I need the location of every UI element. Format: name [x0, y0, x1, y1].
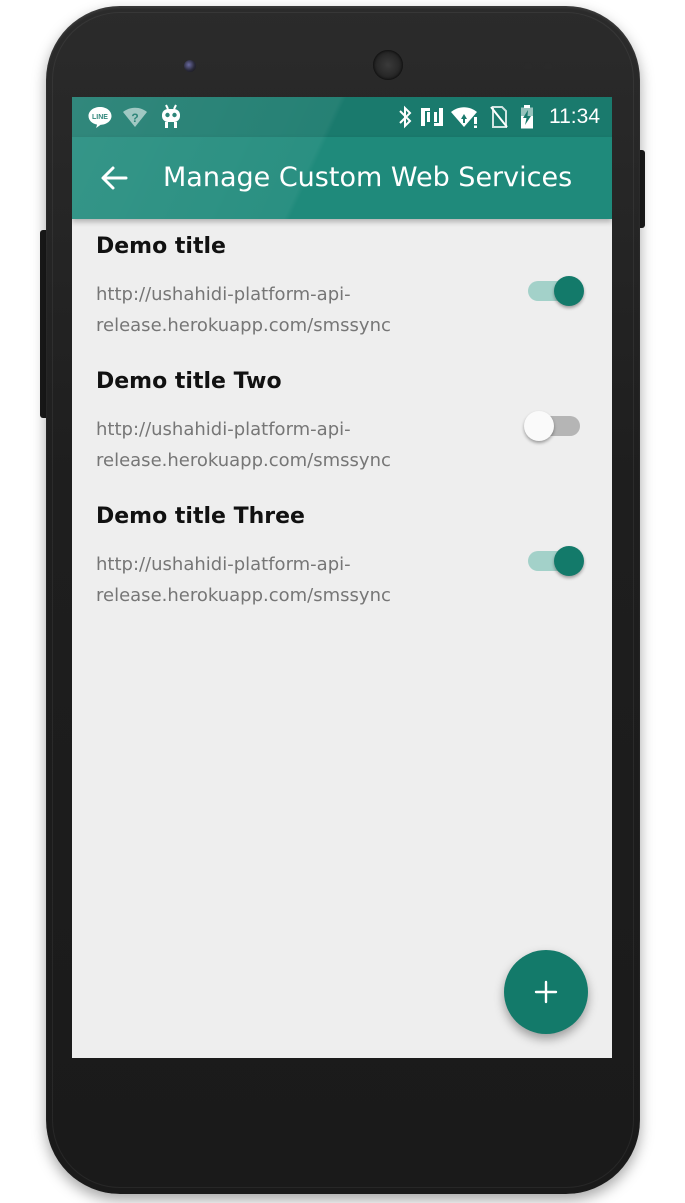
list-item[interactable]: Demo title http://ushahidi-platform-api-… — [72, 219, 612, 354]
switch-thumb — [554, 276, 584, 306]
light-sensor — [544, 62, 552, 70]
service-toggle-switch[interactable] — [526, 541, 586, 577]
list-item[interactable]: Demo title Three http://ushahidi-platfor… — [72, 489, 612, 624]
status-clock: 11:34 — [549, 105, 600, 128]
svg-text:?: ? — [131, 111, 138, 125]
nfc-icon — [419, 104, 445, 130]
plus-icon — [534, 980, 558, 1004]
screen: LINE ? 11:34 Manage Custom Web Services … — [72, 97, 612, 1058]
service-url: http://ushahidi-platform-api-release.her… — [96, 419, 391, 471]
svg-text:LINE: LINE — [92, 114, 108, 121]
front-camera — [184, 60, 196, 72]
android-debug-icon — [158, 104, 184, 130]
earpiece-speaker — [373, 50, 403, 80]
switch-thumb — [524, 411, 554, 441]
web-service-list: Demo title http://ushahidi-platform-api-… — [72, 219, 612, 624]
service-title: Demo title Three — [96, 504, 305, 529]
list-item[interactable]: Demo title Two http://ushahidi-platform-… — [72, 354, 612, 489]
service-url: http://ushahidi-platform-api-release.her… — [96, 284, 391, 336]
wifi-unknown-icon: ? — [121, 104, 149, 130]
service-toggle-switch[interactable] — [526, 271, 586, 307]
arrow-back-icon — [101, 166, 128, 190]
add-service-button[interactable] — [504, 950, 588, 1034]
wifi-icon — [450, 104, 480, 130]
line-app-icon: LINE — [86, 104, 114, 130]
switch-thumb — [554, 546, 584, 576]
page-title: Manage Custom Web Services — [163, 162, 573, 193]
service-toggle-switch[interactable] — [524, 406, 586, 442]
service-title: Demo title — [96, 234, 226, 259]
service-url: http://ushahidi-platform-api-release.her… — [96, 554, 391, 606]
back-button[interactable] — [94, 160, 134, 196]
no-sim-icon — [488, 104, 510, 130]
bluetooth-icon — [396, 104, 414, 130]
proximity-sensor — [524, 62, 532, 70]
status-bar: LINE ? 11:34 — [72, 97, 612, 137]
battery-charging-icon — [518, 104, 536, 130]
service-title: Demo title Two — [96, 369, 282, 394]
